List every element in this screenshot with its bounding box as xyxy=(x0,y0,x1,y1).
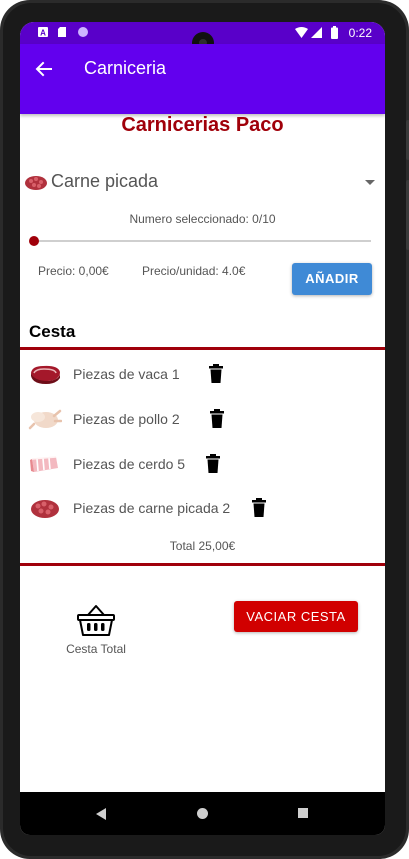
svg-text:A: A xyxy=(40,29,46,38)
dropdown-caret-icon xyxy=(365,180,375,185)
system-nav-bar xyxy=(20,792,385,835)
trash-icon[interactable] xyxy=(208,364,224,384)
basket-item-label: Piezas de carne picada 2 xyxy=(73,500,231,516)
basket-item-label: Piezas de pollo 2 xyxy=(73,411,180,427)
empty-basket-button[interactable]: VACIAR CESTA xyxy=(234,601,358,632)
back-arrow-icon[interactable] xyxy=(34,59,54,79)
wifi-icon xyxy=(295,27,308,38)
screen: A 0:22 Carniceria Carnicerias Paco Carne… xyxy=(20,22,385,835)
beef-steak-icon xyxy=(31,365,60,384)
shopping-basket-icon xyxy=(77,605,115,636)
ground-meat-icon xyxy=(31,500,59,518)
nav-home-icon[interactable] xyxy=(197,808,208,819)
quantity-label: Numero seleccionado: 0/10 xyxy=(129,212,276,226)
pork-icon xyxy=(30,456,58,472)
basket-top-divider xyxy=(20,347,385,350)
app-a-icon: A xyxy=(38,27,48,37)
signal-icon xyxy=(311,27,322,38)
quantity-slider[interactable] xyxy=(34,240,371,242)
basket-bottom-divider xyxy=(20,563,385,566)
price-total: Precio: 0,00€ xyxy=(38,264,109,278)
spinner-selected-label: Carne picada xyxy=(51,171,159,191)
nav-recents-icon[interactable] xyxy=(298,808,308,818)
battery-icon xyxy=(331,26,338,39)
basket-heading: Cesta xyxy=(29,322,76,341)
shop-title: Carnicerias Paco xyxy=(121,114,284,136)
product-spinner[interactable]: Carne picada xyxy=(24,169,379,197)
ground-meat-icon xyxy=(25,176,47,190)
chicken-icon xyxy=(28,409,62,430)
quantity-slider-thumb[interactable] xyxy=(29,236,39,246)
trash-icon[interactable] xyxy=(251,498,267,518)
basket-item-label: Piezas de cerdo 5 xyxy=(73,456,186,472)
add-button[interactable]: AÑADIR xyxy=(292,263,372,295)
circle-app-icon xyxy=(78,27,88,37)
basket-total: Total 25,00€ xyxy=(169,539,236,553)
basket-total-label: Cesta Total xyxy=(66,642,126,656)
status-time: 0:22 xyxy=(348,26,372,40)
sd-card-icon xyxy=(58,27,66,37)
trash-icon[interactable] xyxy=(205,454,221,474)
basket-item-label: Piezas de vaca 1 xyxy=(73,366,180,382)
app-bar: Carniceria xyxy=(20,44,385,114)
price-unit: Precio/unidad: 4.0€ xyxy=(142,264,246,278)
app-bar-title: Carniceria xyxy=(84,58,167,78)
nav-back-icon[interactable] xyxy=(96,808,106,820)
trash-icon[interactable] xyxy=(209,409,225,429)
